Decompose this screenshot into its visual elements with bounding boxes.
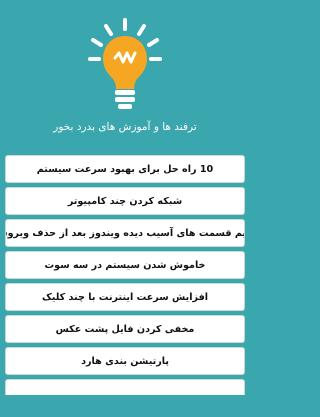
app-title: ترفند ها و آموزش های بدرد بخور [53, 121, 197, 133]
menu-item-label: 10 راه حل برای بهبود سرعت سیستم [36, 163, 214, 175]
menu-list: 10 راه حل برای بهبود سرعت سیستم شبکه کرد… [5, 155, 245, 399]
menu-item-internet-speed[interactable]: افزایش سرعت اینترنت با چند کلیک [5, 283, 245, 311]
menu-item-speed-up-system[interactable]: 10 راه حل برای بهبود سرعت سیستم [5, 155, 245, 183]
menu-item-label: ترمیم قسمت های آسیب دیده ویندوز بعد از ح… [6, 227, 244, 239]
menu-item-label: مخفی کردن فایل پشت عکس [55, 323, 195, 335]
menu-item-hide-file-in-image[interactable]: مخفی کردن فایل پشت عکس [5, 315, 245, 343]
menu-item-label: خاموش شدن سیستم در سه سوت [44, 259, 206, 271]
menu-item-label: پارتیشن بندی هارد [81, 355, 169, 367]
header: ترفند ها و آموزش های بدرد بخور [0, 0, 250, 150]
menu-item-partition-hard-drive[interactable]: پارتیشن بندی هارد [5, 347, 245, 375]
lightbulb-icon [88, 18, 162, 114]
menu-item-partial[interactable] [5, 379, 245, 395]
menu-item-fast-shutdown[interactable]: خاموش شدن سیستم در سه سوت [5, 251, 245, 279]
menu-item-network-computers[interactable]: شبکه کردن چند کامپیوتر [5, 187, 245, 215]
menu-item-repair-windows[interactable]: ترمیم قسمت های آسیب دیده ویندوز بعد از ح… [5, 219, 245, 247]
menu-item-label: افزایش سرعت اینترنت با چند کلیک [41, 291, 209, 303]
menu-item-label: شبکه کردن چند کامپیوتر [67, 195, 183, 207]
